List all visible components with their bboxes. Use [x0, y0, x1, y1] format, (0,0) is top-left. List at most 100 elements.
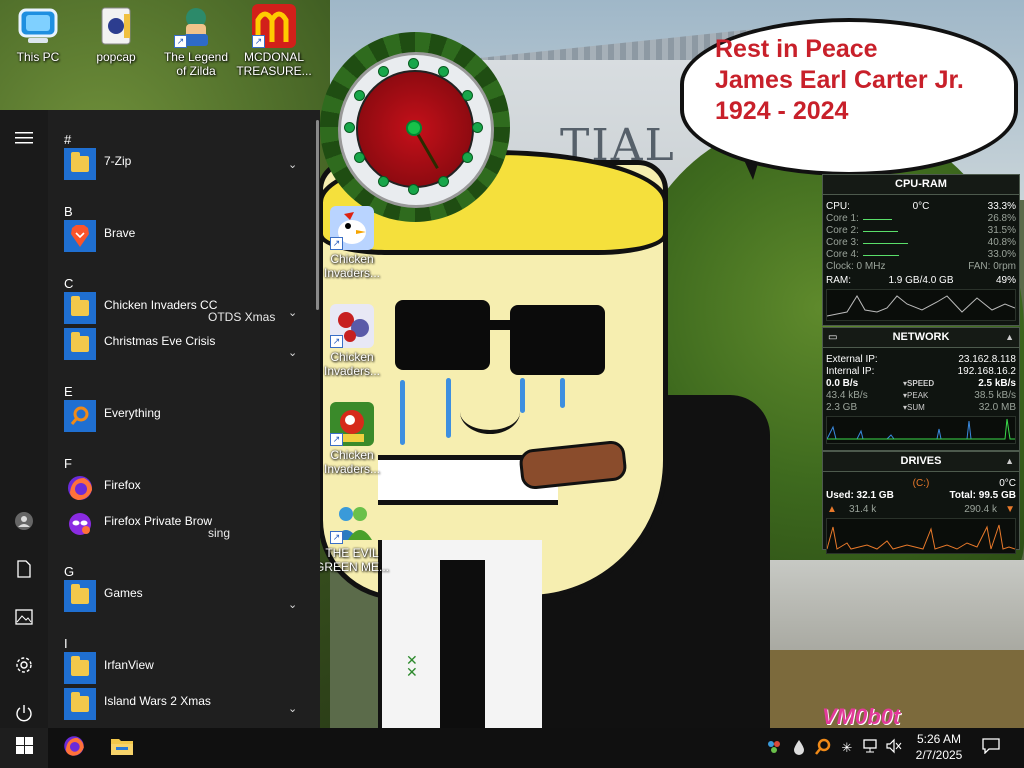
- app-island-wars-2-xmas[interactable]: Island Wars 2 Xmas ⌄: [48, 686, 320, 722]
- cartoon-tear: [560, 378, 565, 408]
- ram-used: 1.9 GB/4.0 GB: [888, 275, 954, 286]
- cartoon-tear: [400, 380, 405, 445]
- upload-sum: 32.0 MB: [978, 402, 1016, 413]
- chevron-down-icon[interactable]: ⌄: [288, 306, 297, 319]
- core-row: Core 4: 33.0%: [823, 249, 1019, 261]
- holly-icon: ✕ ✕: [406, 652, 418, 680]
- app-everything[interactable]: Everything: [48, 398, 320, 434]
- settings-button[interactable]: [0, 647, 48, 687]
- folder-icon: [64, 328, 96, 360]
- chevron-down-icon[interactable]: ⌄: [288, 346, 297, 359]
- group-letter[interactable]: I: [64, 636, 68, 651]
- network-icon[interactable]: [862, 738, 880, 758]
- desktop-icon-label: This PC: [16, 50, 60, 64]
- collapse-icon[interactable]: ▲: [1005, 328, 1014, 347]
- chicken-icon: ↗: [330, 304, 374, 348]
- app-name: Games: [104, 586, 143, 600]
- peak-tag: ▾PEAK: [903, 391, 929, 400]
- firefox-icon: [64, 472, 96, 504]
- taskbar-clock[interactable]: 5:26 AM 2/7/2025: [905, 731, 973, 763]
- wreath-dot: [344, 122, 355, 133]
- wreath-dot: [472, 122, 483, 133]
- search-icon[interactable]: [814, 738, 832, 758]
- core-label: Core 2:: [826, 225, 859, 236]
- internal-ip-row: Internal IP: 192.168.16.2: [823, 366, 1019, 378]
- game-icon: ↗: [252, 4, 296, 48]
- wreath-dot: [378, 176, 389, 187]
- app-brave[interactable]: Brave: [48, 218, 320, 254]
- group-letter[interactable]: G: [64, 564, 74, 579]
- app-christmas-eve-crisis[interactable]: Christmas Eve Crisis ⌄: [48, 326, 320, 362]
- app-games[interactable]: Games ⌄: [48, 578, 320, 614]
- drive-write: 290.4 k: [964, 504, 997, 515]
- overlapping-text: sing: [208, 526, 231, 540]
- drop-icon[interactable]: [790, 738, 808, 758]
- app-list-scrollbar[interactable]: [316, 120, 319, 310]
- documents-button[interactable]: [0, 551, 48, 591]
- taskbar-firefox[interactable]: [50, 728, 98, 768]
- group-letter[interactable]: #: [64, 132, 71, 147]
- desktop-icon-label: Chicken Invaders...: [323, 448, 381, 476]
- core-percent: 26.8%: [987, 213, 1016, 224]
- private-browsing-icon: [64, 508, 96, 540]
- volume-muted-icon[interactable]: [885, 738, 903, 758]
- app-list: # 7-Zip ⌄ B Brave C Chicken Invaders CC …: [48, 110, 320, 728]
- shortcut-arrow-icon: ↗: [330, 433, 343, 446]
- ram-row: RAM: 1.9 GB/4.0 GB 49%: [823, 275, 1019, 287]
- gadget-header: ▭ NETWORK ▲: [823, 328, 1019, 348]
- shortcut-arrow-icon: ↗: [174, 35, 187, 48]
- group-letter[interactable]: F: [64, 456, 72, 471]
- shortcut-arrow-icon: ↗: [252, 35, 265, 48]
- cartoon-mouth: [460, 390, 520, 434]
- upload-peak: 38.5 kB/s: [974, 390, 1016, 401]
- group-letter[interactable]: E: [64, 384, 73, 399]
- app-firefox-private-browsing[interactable]: Firefox Private Brow: [48, 506, 320, 542]
- external-ip-value: 23.162.8.118: [958, 354, 1016, 365]
- folder-icon: [64, 688, 96, 720]
- clock-date: 2/7/2025: [915, 748, 963, 762]
- taskbar-file-explorer[interactable]: [98, 728, 146, 768]
- core-label: Core 3:: [826, 237, 859, 248]
- start-menu-rail: [0, 110, 48, 728]
- chevron-down-icon[interactable]: ⌄: [288, 158, 297, 171]
- action-center-button[interactable]: [972, 728, 1010, 768]
- chevron-down-icon[interactable]: ⌄: [288, 702, 297, 715]
- desktop-icon-chicken-invaders-1[interactable]: ↗ Chicken Invaders...: [314, 206, 390, 280]
- user-account-button[interactable]: [0, 503, 48, 543]
- chicken-icon: ↗: [330, 402, 374, 446]
- internal-ip-value: 192.168.16.2: [957, 366, 1016, 377]
- drives-gadget[interactable]: DRIVES ▲ (C:) 0°C Used: 32.1 GB Total: 9…: [822, 451, 1020, 554]
- sum-tag: ▾SUM: [903, 403, 925, 412]
- app-firefox[interactable]: Firefox: [48, 470, 320, 506]
- collapse-icon[interactable]: ▲: [1005, 452, 1014, 471]
- network-gadget[interactable]: ▭ NETWORK ▲ External IP: 23.162.8.118 In…: [822, 327, 1020, 451]
- start-button[interactable]: [0, 728, 48, 768]
- hamburger-menu-button[interactable]: [0, 120, 48, 160]
- pictures-button[interactable]: [0, 599, 48, 639]
- spark-icon[interactable]: ✳: [838, 738, 856, 758]
- wreath-dot: [462, 152, 473, 163]
- app-chicken-invaders-cc[interactable]: Chicken Invaders CC: [48, 290, 320, 326]
- desktop-icon-chicken-invaders-3[interactable]: ↗ Chicken Invaders...: [314, 402, 390, 476]
- pictures-icon: [15, 608, 33, 630]
- power-icon: [15, 704, 33, 727]
- group-letter[interactable]: C: [64, 276, 73, 291]
- app-7zip[interactable]: 7-Zip ⌄: [48, 146, 320, 182]
- app-name: Chicken Invaders CC: [104, 298, 218, 312]
- net-peak-row: 43.4 kB/s ▾PEAK 38.5 kB/s: [823, 390, 1019, 402]
- desktop-icon-evil-green-me[interactable]: ↗ THE EVIL GREEN ME...: [314, 500, 390, 574]
- desktop-icon-chicken-invaders-2[interactable]: ↗ Chicken Invaders...: [314, 304, 390, 378]
- drive-usage-row: Used: 32.1 GB Total: 99.5 GB: [823, 490, 1019, 502]
- wreath-dot: [408, 184, 419, 195]
- cpu-row: CPU: 0°C 33.3%: [823, 201, 1019, 213]
- cpu-ram-gadget[interactable]: CPU-RAM CPU: 0°C 33.3% Core 1: 26.8% Core …: [822, 174, 1020, 326]
- chevron-down-icon[interactable]: ⌄: [288, 598, 297, 611]
- app-irfanview[interactable]: IrfanView: [48, 650, 320, 686]
- desktop-icon-legend-of-zilda[interactable]: ↗ The Legend of Zilda: [158, 4, 234, 78]
- people-icon[interactable]: [765, 738, 783, 758]
- desktop-icon-mcdonal-treasure[interactable]: ↗ MCDONAL TREASURE...: [236, 4, 312, 78]
- drive-total: Total: 99.5 GB: [949, 490, 1017, 501]
- desktop-icon-popcap[interactable]: popcap: [78, 4, 154, 64]
- desktop-icon-this-pc[interactable]: This PC: [0, 4, 76, 64]
- group-letter[interactable]: B: [64, 204, 73, 219]
